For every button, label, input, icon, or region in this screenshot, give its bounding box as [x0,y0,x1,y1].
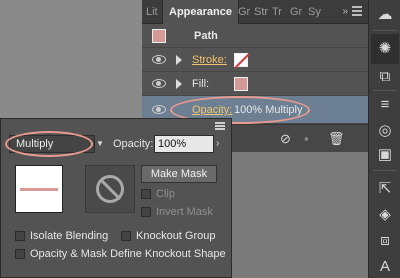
tab-stroke[interactable]: Str [254,0,268,24]
tools-column: ☁ ✺ ⧉ ≡ ◎ ▣ ⇱ ◈ ⧈ A [368,0,400,278]
stroke-swatch[interactable] [234,53,250,69]
panel-menu-icon[interactable] [352,6,362,16]
chevron-down-icon[interactable]: ▼ [96,135,106,153]
path-swatch [152,29,166,43]
tab-gradient[interactable]: Gr [290,0,302,24]
panel-tab-strip: Lit Appearance Gr Str Tr Gr Sy » [142,0,368,24]
opacity-mask-knockout-checkbox[interactable] [15,249,25,259]
delete-item-icon[interactable]: 🗑 [328,132,345,146]
export-arrow-icon[interactable]: ⇱ [376,180,394,198]
clip-checkbox[interactable] [141,189,151,199]
no-stroke-slash-icon [234,53,250,69]
artwork-thumbnail[interactable] [15,165,63,213]
isolate-blending-label: Isolate Blending [30,230,109,242]
fill-row[interactable]: Fill: [142,72,368,96]
thumbnail-path [20,188,58,191]
clear-appearance-icon[interactable]: ⊘ [280,132,291,146]
cloud-icon[interactable]: ☁ [376,6,394,24]
chevron-right-icon[interactable]: › [216,138,219,149]
export-icon[interactable]: ⧉ [376,68,394,86]
visibility-eye-icon[interactable] [152,79,166,88]
make-mask-button[interactable]: Make Mask [141,165,217,183]
knockout-group-label: Knockout Group [136,230,216,242]
no-mask-icon [96,175,124,203]
tab-appearance[interactable]: Appearance [162,0,239,24]
opacity-mask-knockout-label: Opacity & Mask Define Knockout Shape [30,248,226,260]
knockout-group-checkbox[interactable] [121,231,131,241]
path-row[interactable]: Path [142,24,368,48]
invert-mask-checkbox[interactable] [141,207,151,217]
opacity-label: Opacity: [113,138,154,150]
tab-symbols[interactable]: Sy [308,0,321,24]
expand-triangle-icon[interactable] [176,55,182,65]
more-tabs-icon[interactable]: » [342,0,348,24]
fill-label[interactable]: Fill: [192,72,209,96]
duplicate-item-icon[interactable]: ▪ [304,132,309,146]
mask-thumbnail[interactable] [85,165,135,213]
artboards-icon[interactable]: ⧈ [376,232,394,250]
opacity-input[interactable]: 100% [154,135,214,153]
expand-triangle-icon[interactable] [176,79,182,89]
fill-swatch[interactable] [234,77,248,91]
character-icon[interactable]: A [376,258,394,276]
menu-icon[interactable]: ≡ [376,96,394,114]
sun-icon[interactable]: ✺ [371,34,399,64]
gradient-icon[interactable]: ▣ [376,146,394,164]
clip-label: Clip [156,188,175,200]
layers-icon[interactable]: ◈ [376,206,394,224]
visibility-eye-icon[interactable] [152,55,166,64]
highlight-oval [5,131,93,157]
divider [373,170,397,171]
divider [373,90,397,91]
path-label: Path [194,30,218,42]
circles-icon[interactable]: ◎ [376,122,394,140]
tab-transparency[interactable]: Tr [272,0,282,24]
stroke-row[interactable]: Stroke: [142,48,368,72]
divider [373,30,397,31]
visibility-eye-icon[interactable] [152,105,166,114]
invert-mask-label: Invert Mask [156,206,213,218]
isolate-blending-checkbox[interactable] [15,231,25,241]
transparency-panel: Multiply ▼ Opacity: 100% › Make Mask Cli… [0,118,232,278]
tab-graphic-styles[interactable]: Gr [238,0,250,24]
panel-menu-icon[interactable] [215,122,225,131]
tab-libraries[interactable]: Lit [146,0,158,24]
stroke-label[interactable]: Stroke: [192,48,227,72]
